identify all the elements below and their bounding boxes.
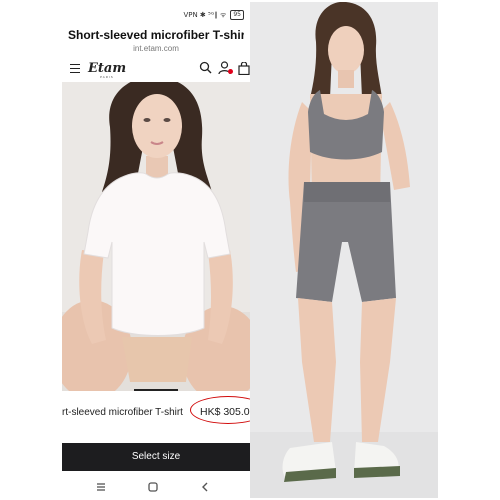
- status-icons: VPN ✱ ⁵ᴳ∥ ᯤ: [183, 10, 227, 19]
- cart-icon[interactable]: [238, 62, 250, 75]
- battery-icon: 95: [230, 10, 244, 20]
- back-icon[interactable]: [198, 480, 212, 494]
- notification-dot: [228, 69, 233, 74]
- search-icon[interactable]: [199, 61, 212, 74]
- sportswear-photo: [250, 2, 438, 498]
- phone-screenshot: VPN ✱ ⁵ᴳ∥ ᯤ 95 Short-sleeved microfiber …: [62, 2, 250, 498]
- product-image[interactable]: [62, 82, 250, 391]
- android-nav-bar: [62, 476, 250, 498]
- home-icon[interactable]: [146, 480, 160, 494]
- model-white-tshirt-illustration: [62, 82, 250, 391]
- product-name: rt-sleeved microfiber T-shirt: [62, 407, 183, 418]
- price-highlight-circle: [190, 396, 250, 424]
- site-header: Etam PARIS: [62, 56, 250, 82]
- brand-logo[interactable]: Etam: [88, 61, 126, 76]
- menu-icon[interactable]: [70, 64, 80, 73]
- page-title: Short-sleeved microfiber T-shirt -...: [68, 28, 244, 42]
- page-url[interactable]: int.etam.com: [62, 44, 250, 53]
- recent-apps-icon[interactable]: [94, 480, 108, 494]
- image-carousel-indicator: [134, 389, 178, 391]
- model-grey-sports-set-illustration: [250, 2, 438, 498]
- status-bar: VPN ✱ ⁵ᴳ∥ ᯤ 95: [62, 2, 250, 24]
- brand-logo-sub: PARIS: [100, 75, 114, 79]
- select-size-button[interactable]: Select size: [62, 443, 250, 471]
